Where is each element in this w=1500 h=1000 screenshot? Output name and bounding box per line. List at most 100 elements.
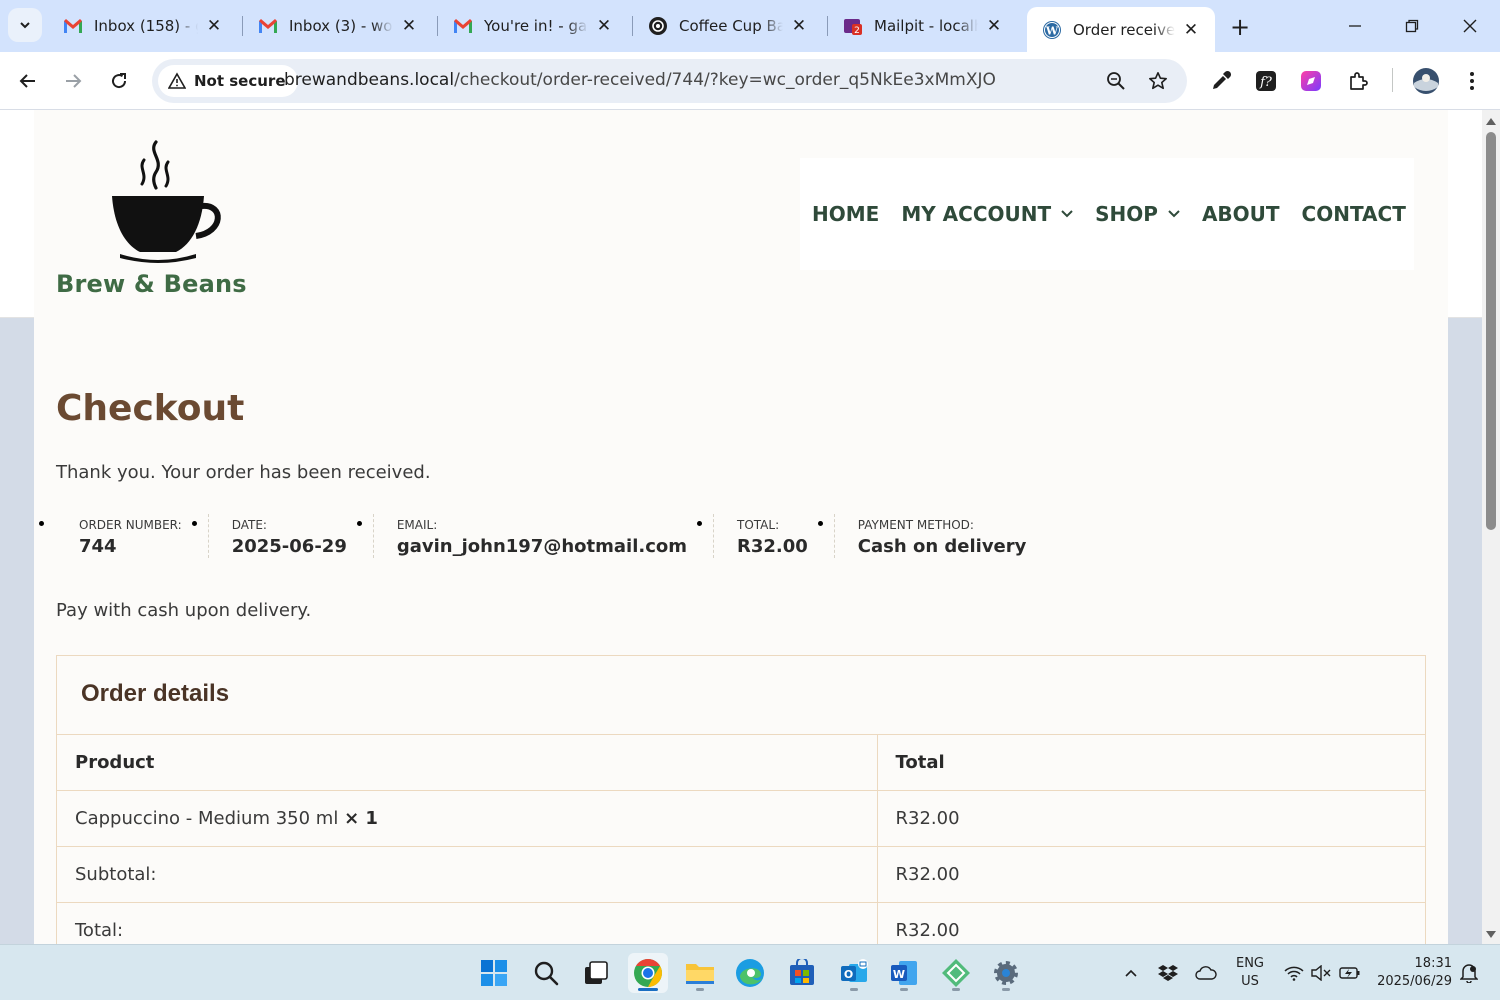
chrome-icon xyxy=(634,959,662,987)
url-host: brewandbeans.local xyxy=(284,70,455,90)
table-row: Subtotal: R32.00 xyxy=(57,846,1425,903)
chevron-up-icon xyxy=(1125,969,1137,977)
language-indicator[interactable]: ENG US xyxy=(1228,955,1272,991)
svg-text:W: W xyxy=(1045,24,1059,37)
tab-close-icon[interactable]: ✕ xyxy=(1181,20,1201,40)
tray-battery[interactable] xyxy=(1336,945,1364,1000)
start-button[interactable] xyxy=(474,953,514,993)
line-item-quantity: × 1 xyxy=(344,808,378,829)
openai-icon xyxy=(647,15,669,37)
system-clock[interactable]: 18:31 2025/06/29 xyxy=(1372,955,1452,991)
taskbar-settings[interactable] xyxy=(986,953,1026,993)
tray-dropbox[interactable] xyxy=(1154,945,1182,1000)
address-bar[interactable]: Not secure brewandbeans.local/checkout/o… xyxy=(152,59,1187,103)
site-info-button[interactable]: Not secure xyxy=(158,65,298,97)
tab-youre-in[interactable]: You're in! - gavin ✕ xyxy=(438,7,628,45)
chrome-menu-button[interactable] xyxy=(1456,65,1488,97)
security-label: Not secure xyxy=(194,72,286,90)
tray-onedrive[interactable] xyxy=(1192,945,1220,1000)
taskbar-local-app[interactable] xyxy=(936,953,976,993)
minimize-button[interactable] xyxy=(1335,10,1375,42)
nav-contact[interactable]: CONTACT xyxy=(1302,202,1406,226)
tab-close-icon[interactable]: ✕ xyxy=(204,16,224,36)
taskbar-outlook[interactable]: O xyxy=(834,953,874,993)
column-header-total: Total xyxy=(877,734,1425,791)
taskbar-word[interactable]: W xyxy=(884,953,924,993)
taskbar-edge[interactable] xyxy=(730,953,770,993)
url-text[interactable]: brewandbeans.local/checkout/order-receiv… xyxy=(284,70,996,90)
back-button[interactable] xyxy=(11,64,45,98)
tab-title: Inbox (158) - gavin xyxy=(94,17,198,35)
show-hidden-icons-button[interactable] xyxy=(1118,945,1144,1000)
running-indicator xyxy=(1002,988,1010,991)
reload-button[interactable] xyxy=(102,64,136,98)
nav-label: CONTACT xyxy=(1301,202,1406,226)
subtotal-value: R32.00 xyxy=(877,846,1425,903)
tab-close-icon[interactable]: ✕ xyxy=(594,16,614,36)
tray-volume[interactable] xyxy=(1308,945,1334,1000)
nav-about[interactable]: ABOUT xyxy=(1202,202,1280,226)
tab-close-icon[interactable]: ✕ xyxy=(399,16,419,36)
search-icon xyxy=(534,961,559,986)
restore-button[interactable] xyxy=(1392,10,1432,42)
eyedropper-icon xyxy=(1213,70,1232,89)
eyedropper-extension[interactable] xyxy=(1205,65,1237,97)
close-window-button[interactable] xyxy=(1450,10,1490,42)
notifications-button[interactable] xyxy=(1456,945,1482,1000)
task-view-button[interactable] xyxy=(576,953,616,993)
subtotal-label: Subtotal: xyxy=(57,846,878,903)
product-link[interactable]: Cappuccino - Medium 350 ml xyxy=(75,808,338,829)
order-details: Order details Product Total Cappuccino -… xyxy=(56,655,1426,944)
site-logo-link[interactable] xyxy=(108,138,224,270)
tab-close-icon[interactable]: ✕ xyxy=(789,16,809,36)
svg-text:f?: f? xyxy=(1259,75,1273,90)
close-icon xyxy=(1463,19,1477,33)
nav-label: ABOUT xyxy=(1201,202,1280,226)
search-button[interactable] xyxy=(526,953,566,993)
running-indicator xyxy=(900,988,908,991)
forward-button[interactable] xyxy=(56,64,90,98)
tab-title: Mailpit - localhost xyxy=(874,17,978,35)
fonts-extension[interactable]: f? xyxy=(1250,65,1282,97)
nav-home[interactable]: HOME xyxy=(812,202,879,226)
tab-close-icon[interactable]: ✕ xyxy=(984,16,1004,36)
minimize-icon xyxy=(1349,25,1361,27)
browser-toolbar: Not secure brewandbeans.local/checkout/o… xyxy=(0,52,1500,110)
star-icon xyxy=(1149,72,1167,90)
color-extension[interactable] xyxy=(1295,65,1327,97)
tab-mailpit[interactable]: 2 Mailpit - localhost ✕ xyxy=(828,7,1018,45)
tab-search-button[interactable] xyxy=(8,8,42,42)
new-tab-button[interactable]: + xyxy=(1225,12,1255,42)
palette-icon xyxy=(1301,71,1321,91)
word-icon: W xyxy=(891,961,917,985)
tab-inbox-158[interactable]: Inbox (158) - gavin ✕ xyxy=(48,7,238,45)
site-brand-name[interactable]: Brew & Beans xyxy=(56,270,247,298)
profile-avatar[interactable] xyxy=(1410,65,1442,97)
folder-icon xyxy=(686,964,714,984)
zoom-button[interactable] xyxy=(1102,67,1130,95)
taskbar-chrome[interactable] xyxy=(628,953,668,993)
more-vertical-icon xyxy=(1470,72,1474,90)
tab-order-received[interactable]: W Order received ✕ xyxy=(1027,7,1215,52)
dropbox-icon xyxy=(1158,965,1178,981)
nav-my-account[interactable]: MY ACCOUNT xyxy=(901,202,1073,226)
extensions-button[interactable] xyxy=(1342,65,1374,97)
tab-coffee-cup[interactable]: Coffee Cup Background ✕ xyxy=(633,7,823,45)
chevron-down-icon xyxy=(20,22,30,29)
tab-inbox-3[interactable]: Inbox (3) - work ✕ xyxy=(243,7,433,45)
scrollbar-thumb[interactable] xyxy=(1486,132,1496,530)
scroll-up-icon[interactable] xyxy=(1485,116,1497,126)
wordpress-icon: W xyxy=(1041,19,1063,41)
taskbar-store[interactable] xyxy=(782,953,822,993)
zoom-icon xyxy=(1107,72,1125,90)
taskbar-file-explorer[interactable] xyxy=(680,953,720,993)
nav-shop[interactable]: SHOP xyxy=(1095,202,1180,226)
bookmark-button[interactable] xyxy=(1144,67,1172,95)
scroll-down-icon[interactable] xyxy=(1485,930,1497,940)
windows-taskbar: O W ENG US 18:31 2025/06/29 xyxy=(0,944,1500,1000)
cloud-icon xyxy=(1195,966,1217,980)
order-details-table: Product Total Cappuccino - Medium 350 ml… xyxy=(57,734,1425,944)
bell-icon xyxy=(1460,964,1478,983)
page-scrollbar[interactable] xyxy=(1482,110,1500,944)
tray-network[interactable] xyxy=(1280,945,1308,1000)
